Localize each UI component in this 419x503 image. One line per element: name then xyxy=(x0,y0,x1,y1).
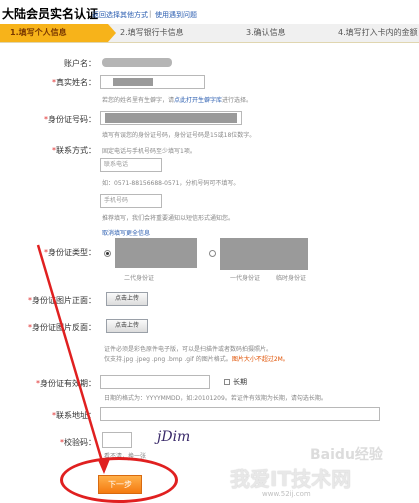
site-watermark: 我爱IT技术网 xyxy=(230,467,352,491)
site-watermark-url: www.52ij.com xyxy=(262,490,311,498)
annotation-arrow-icon xyxy=(36,244,110,474)
annotation-circle xyxy=(60,457,178,503)
baidu-watermark: Baidu经验 xyxy=(310,447,383,463)
